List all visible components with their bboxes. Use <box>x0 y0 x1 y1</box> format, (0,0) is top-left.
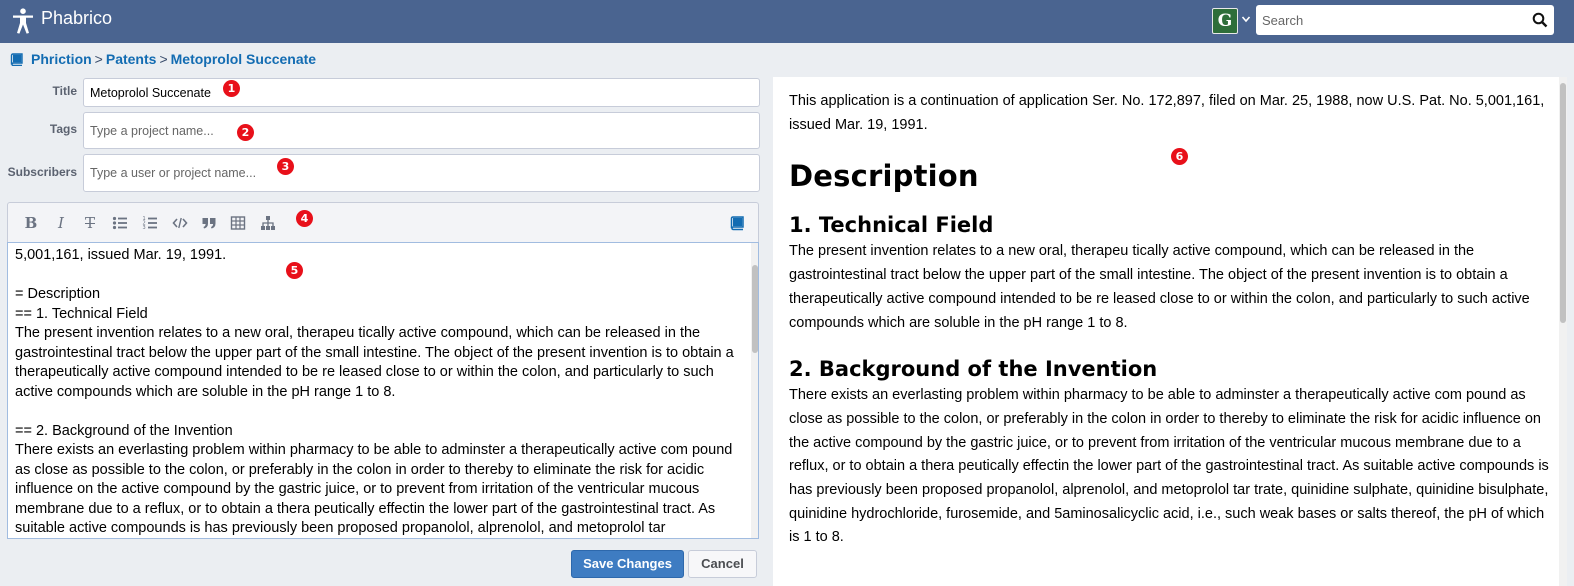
user-avatar[interactable]: G <box>1212 8 1238 34</box>
table-icon[interactable] <box>230 215 246 231</box>
annotation-marker: 4 <box>296 210 313 227</box>
subscribers-label: Subscribers <box>7 165 77 179</box>
tags-field-box <box>83 112 760 149</box>
tags-input[interactable] <box>84 113 759 148</box>
svg-text:3: 3 <box>143 225 146 231</box>
breadcrumb-separator: > <box>94 51 103 67</box>
annotation-marker: 3 <box>277 158 294 175</box>
preview-section-text: The present invention relates to a new o… <box>789 243 1530 331</box>
annotation-marker: 1 <box>223 80 240 97</box>
title-input[interactable] <box>84 79 759 106</box>
annotation-marker: 6 <box>1171 148 1188 165</box>
preview-section-heading: 2. Background of the Invention <box>789 357 1158 382</box>
annotation-marker: 2 <box>237 124 254 141</box>
preview-scrollbar[interactable] <box>1559 77 1567 586</box>
tree-icon[interactable] <box>260 215 276 231</box>
bold-icon[interactable]: B <box>22 214 40 232</box>
editor-toolbar: B I T 1 2 3 <box>7 202 759 242</box>
code-icon[interactable] <box>172 215 188 231</box>
breadcrumb: Phriction > Patents > Metoprolol Succenate <box>0 43 1574 76</box>
preview-intro-text: This application is a continuation of ap… <box>789 93 1545 133</box>
preview-section-text: There exists an everlasting problem with… <box>789 387 1549 546</box>
breadcrumb-patents[interactable]: Patents <box>106 51 157 67</box>
search-box <box>1256 5 1554 35</box>
book-icon[interactable] <box>729 215 745 231</box>
app-name[interactable]: Phabrico <box>41 8 112 29</box>
subscribers-field-box <box>83 154 760 192</box>
breadcrumb-current-page[interactable]: Metoprolol Succenate <box>171 51 316 67</box>
title-label: Title <box>52 84 77 98</box>
preview-heading: Description <box>789 159 979 194</box>
search-input[interactable] <box>1256 5 1526 35</box>
numbered-list-icon[interactable]: 1 2 3 <box>142 215 158 231</box>
breadcrumb-phriction[interactable]: Phriction <box>31 51 92 67</box>
preview-section-heading: 1. Technical Field <box>789 213 994 238</box>
editor-scrollbar[interactable] <box>751 243 758 538</box>
bullet-list-icon[interactable] <box>112 215 128 231</box>
cancel-button[interactable]: Cancel <box>688 550 757 578</box>
preview-scrollbar-thumb[interactable] <box>1560 83 1566 323</box>
chevron-down-icon[interactable] <box>1241 14 1251 24</box>
markup-editor[interactable]: 5,001,161, issued Mar. 19, 1991. = Descr… <box>7 242 759 539</box>
editor-scrollbar-thumb[interactable] <box>752 265 758 353</box>
editor-text-content[interactable]: 5,001,161, issued Mar. 19, 1991. = Descr… <box>15 246 743 538</box>
preview-pane: This application is a continuation of ap… <box>773 77 1566 586</box>
search-icon[interactable] <box>1532 12 1548 28</box>
annotation-marker: 5 <box>286 262 303 279</box>
subscribers-input[interactable] <box>84 155 759 191</box>
italic-icon[interactable]: I <box>52 214 70 232</box>
breadcrumb-separator: > <box>159 51 168 67</box>
save-changes-button[interactable]: Save Changes <box>571 550 684 578</box>
book-icon <box>10 53 23 66</box>
accessibility-person-icon[interactable] <box>12 8 34 34</box>
tags-label: Tags <box>49 122 77 136</box>
top-bar: Phabrico G <box>0 0 1574 43</box>
quote-icon[interactable] <box>201 215 217 231</box>
strikethrough-icon[interactable]: T <box>81 214 99 232</box>
title-field-box <box>83 78 760 107</box>
